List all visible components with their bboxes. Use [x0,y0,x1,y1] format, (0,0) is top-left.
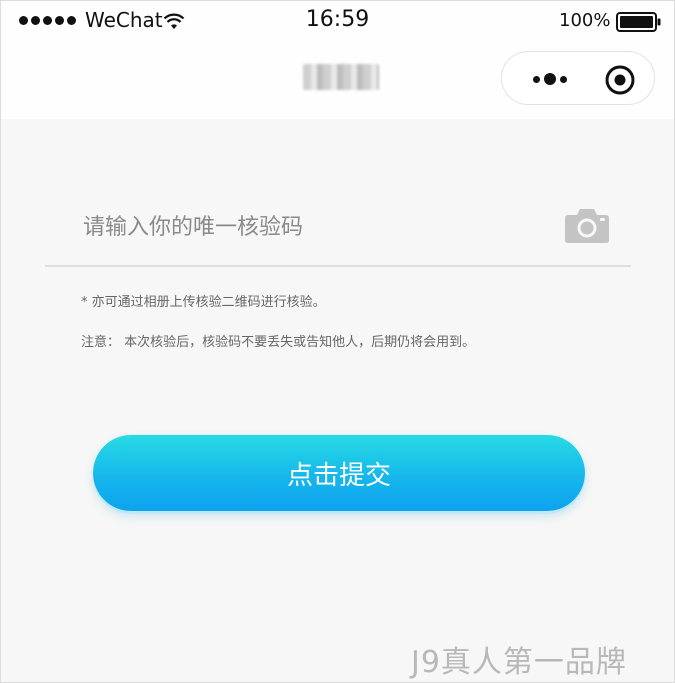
more-dot-icon [544,73,556,85]
camera-icon[interactable] [564,206,610,244]
more-dot-icon [560,75,567,83]
capsule-divider [587,66,588,92]
notice-text: 注意： 本次核验后，核验码不要丢失或告知他人，后期仍将会用到。 [81,335,476,350]
submit-button[interactable]: 点击提交 [93,435,585,511]
battery-percent: 100% [559,10,611,31]
status-bar: WeChat 16:59 100% [1,1,674,41]
verification-code-input[interactable] [81,206,545,248]
upload-hint-text: * 亦可通过相册上传核验二维码进行核验。 [81,295,326,310]
more-button[interactable] [520,64,580,94]
page-title-blurred [303,64,379,90]
more-dot-icon [533,75,540,83]
input-underline [45,265,631,267]
close-miniprogram-button[interactable] [602,62,638,98]
screen: WeChat 16:59 100% 请输入你的唯一核验码 * 亦可通过相册上传核… [0,0,675,683]
battery-icon [616,12,661,32]
watermark-text: J9真人第一品牌 [411,645,627,680]
miniprogram-capsule [501,51,655,105]
nav-bar [1,41,674,119]
